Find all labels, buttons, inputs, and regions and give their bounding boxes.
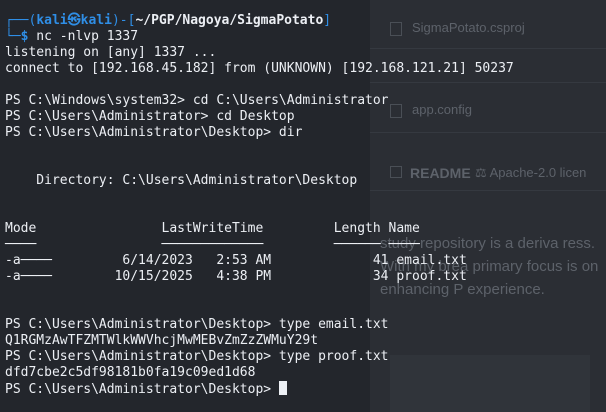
- table-header: Mode LastWriteTime Length Name: [5, 221, 420, 236]
- output-line: listening on [any] 1337 ...: [5, 45, 217, 60]
- prompt-line: ┌──(kali㉿kali)-[~/PGP/Nagoya/SigmaPotato…: [5, 13, 332, 28]
- cursor: [278, 381, 287, 395]
- prompt-host: kali: [80, 13, 112, 28]
- current-prompt[interactable]: PS C:\Users\Administrator\Desktop>: [5, 381, 287, 398]
- ps-line: PS C:\Users\Administrator\Desktop> type …: [5, 317, 389, 332]
- ps-line: PS C:\Users\Administrator\Desktop> dir: [5, 125, 303, 140]
- command-line: └─$ nc -nlvp 1337: [5, 29, 139, 44]
- ps-line: PS C:\Users\Administrator\Desktop> type …: [5, 349, 389, 364]
- prompt-path: ~/PGP/Nagoya/SigmaPotato: [135, 13, 324, 28]
- command-text: nc -nlvp 1337: [28, 29, 139, 44]
- email-content: Q1RGMzAwTFZMTWlkWWVhcjMwMEBvZmZzZWMuY29t: [5, 333, 319, 348]
- output-line: connect to [192.168.45.182] from (UNKNOW…: [5, 61, 514, 76]
- kali-icon: ㉿: [67, 13, 81, 28]
- prompt-user: kali: [36, 13, 68, 28]
- table-underline: ──── ───────────── ────── ────: [5, 237, 420, 252]
- proof-content: dfd7cbe2c5df98181b0fa19c09ed1d68: [5, 365, 256, 380]
- table-row: -a──── 6/14/2023 2:53 AM 41 email.txt: [5, 253, 467, 268]
- ps-line: PS C:\Users\Administrator> cd Desktop: [5, 109, 295, 124]
- terminal-window[interactable]: ┌──(kali㉿kali)-[~/PGP/Nagoya/SigmaPotato…: [0, 0, 606, 412]
- ps-line: PS C:\Windows\system32> cd C:\Users\Admi…: [5, 93, 389, 108]
- table-row: -a──── 10/15/2025 4:38 PM 34 proof.txt: [5, 269, 467, 284]
- directory-label: Directory: C:\Users\Administrator\Deskto…: [5, 173, 358, 188]
